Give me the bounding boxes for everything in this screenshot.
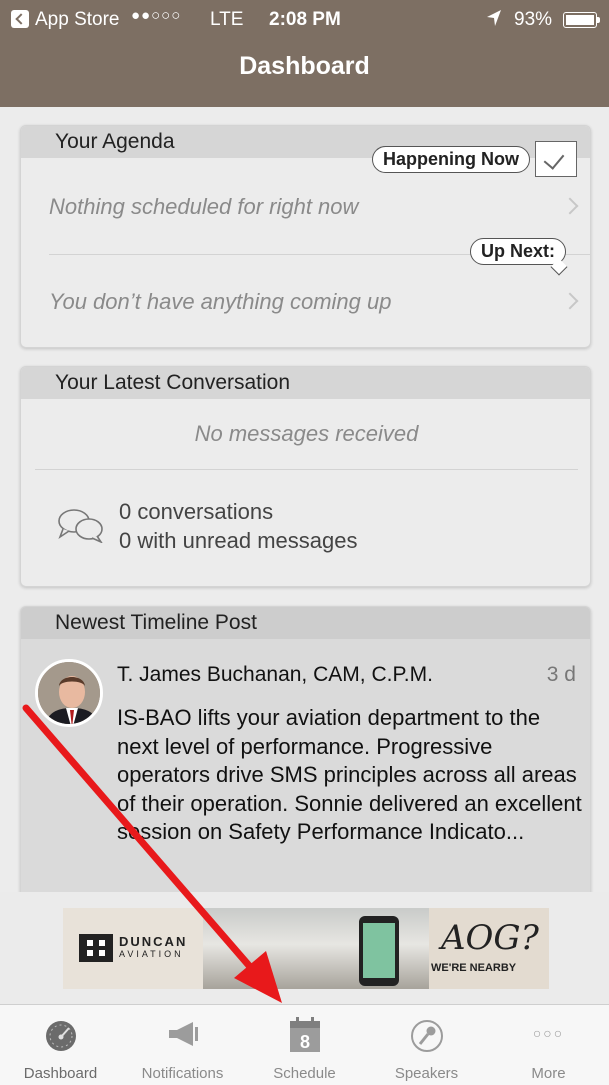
ad-brand-sub: AVIATION	[119, 949, 184, 959]
ad-brand: DUNCAN	[119, 934, 188, 949]
more-dots-icon: ○○○	[532, 1025, 565, 1041]
chevron-right-icon	[561, 197, 579, 215]
chat-bubbles-icon	[57, 507, 105, 548]
battery-percent: 93%	[514, 9, 553, 30]
happening-now-badge: Happening Now	[372, 146, 530, 173]
conversation-divider	[35, 469, 578, 470]
battery-icon	[563, 12, 600, 28]
calendar-icon: 8	[289, 1017, 321, 1058]
unread-count: 0 with unread messages	[119, 528, 358, 553]
tab-label: More	[531, 1065, 566, 1082]
tab-label: Schedule	[273, 1065, 336, 1082]
dashboard-gauge-icon	[44, 1019, 78, 1058]
page-title: Dashboard	[239, 52, 370, 80]
tab-schedule[interactable]: 8 Schedule	[244, 1005, 365, 1085]
tab-notifications[interactable]: Notifications	[122, 1005, 243, 1085]
duncan-logo-icon	[79, 934, 113, 962]
chevron-right-icon	[561, 292, 579, 310]
timeline-post-card[interactable]: Newest Timeline Post T. James Buchanan, …	[20, 606, 591, 896]
clock: 2:08 PM	[269, 9, 341, 30]
location-arrow-icon	[486, 9, 502, 33]
megaphone-icon	[165, 1019, 201, 1054]
happening-now-text: Nothing scheduled for right now	[49, 194, 359, 219]
phone-image	[359, 916, 399, 986]
agenda-card: Your Agenda Nothing scheduled for right …	[20, 125, 591, 348]
tab-more[interactable]: ○○○ More	[488, 1005, 609, 1085]
microphone-icon	[410, 1019, 444, 1058]
happening-now-row[interactable]: Nothing scheduled for right now	[21, 186, 590, 226]
timeline-card-header: Newest Timeline Post	[21, 607, 590, 639]
up-next-badge: Up Next:	[470, 238, 567, 265]
no-messages-text: No messages received	[194, 421, 419, 446]
ad-banner-area: DUNCAN AVIATION AOG? WE'RE NEARBY	[0, 892, 609, 1004]
status-bar: App Store ●●○○○ LTE 2:08 PM 93%	[0, 0, 609, 40]
conversation-count: 0 conversations	[119, 499, 274, 524]
ad-banner[interactable]: DUNCAN AVIATION AOG? WE'RE NEARBY	[63, 908, 549, 989]
post-author[interactable]: T. James Buchanan, CAM, C.P.M.	[117, 663, 433, 687]
post-body: IS-BAO lifts your aviation department to…	[117, 705, 582, 844]
navigation-bar: App Store ●●○○○ LTE 2:08 PM 93% Dashboar…	[0, 0, 609, 107]
carrier-label: LTE	[210, 9, 244, 30]
tab-bar: Dashboard Notifications 8 Schedule Speak…	[0, 1004, 609, 1085]
back-arrow-icon[interactable]	[11, 10, 29, 28]
up-next-row[interactable]: You don’t have anything coming up	[21, 281, 590, 321]
conversation-card-header: Your Latest Conversation	[21, 367, 590, 399]
author-avatar[interactable]	[35, 659, 103, 727]
signal-strength-icon: ●●○○○	[131, 7, 182, 24]
calendar-check-icon	[535, 141, 577, 177]
calendar-icon-day: 8	[299, 1032, 309, 1052]
tab-speakers[interactable]: Speakers	[366, 1005, 487, 1085]
ad-tagline: WE'RE NEARBY	[431, 962, 517, 974]
back-to-app-link[interactable]: App Store	[35, 9, 120, 31]
up-next-text: You don’t have anything coming up	[49, 289, 392, 314]
tab-label: Notifications	[141, 1065, 224, 1082]
post-age: 3 d	[546, 663, 576, 686]
latest-conversation-card[interactable]: Your Latest Conversation No messages rec…	[20, 366, 591, 587]
ad-headline: AOG?	[441, 918, 539, 958]
tab-label: Speakers	[394, 1065, 459, 1082]
tab-label: Dashboard	[23, 1065, 98, 1082]
tab-dashboard[interactable]: Dashboard	[0, 1005, 121, 1085]
